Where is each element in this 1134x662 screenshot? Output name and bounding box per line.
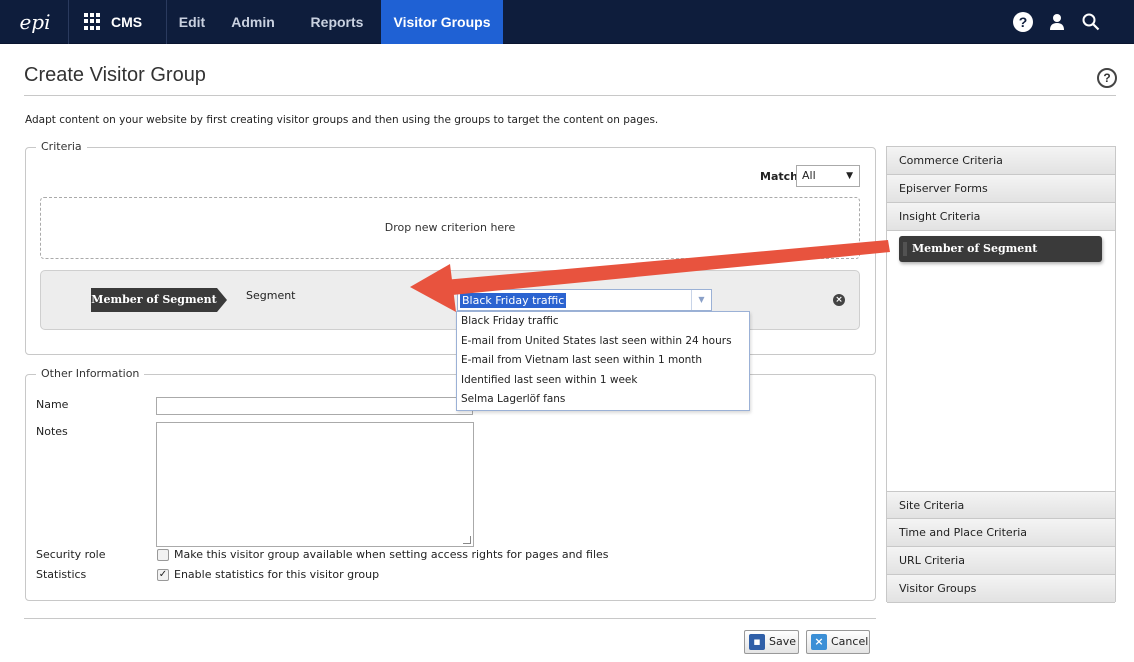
bottom-divider xyxy=(24,618,876,619)
nav-edit[interactable]: Edit xyxy=(167,0,217,44)
segment-option[interactable]: E-mail from United States last seen with… xyxy=(457,332,749,352)
apps-menu-button[interactable]: CMS xyxy=(70,0,166,44)
statistics-label: Statistics xyxy=(36,568,87,581)
help-icon[interactable]: ? xyxy=(1013,12,1033,32)
security-role-label: Security role xyxy=(36,548,106,561)
criterion-tag: Member of Segment xyxy=(91,288,227,312)
chevron-down-icon[interactable]: ▼ xyxy=(691,290,711,310)
security-role-checkbox[interactable] xyxy=(157,549,169,561)
page-help-icon[interactable]: ? xyxy=(1097,68,1117,88)
segment-option[interactable]: Black Friday traffic xyxy=(457,312,749,332)
match-value: All xyxy=(802,169,816,182)
palette-header-commerce[interactable]: Commerce Criteria xyxy=(887,147,1115,175)
save-label: Save xyxy=(769,635,797,648)
name-label: Name xyxy=(36,398,69,411)
palette-header-site[interactable]: Site Criteria xyxy=(887,491,1115,519)
other-information-legend: Other Information xyxy=(36,367,145,380)
segment-select[interactable]: Black Friday traffic ▼ xyxy=(457,289,712,311)
nav-visitor-groups[interactable]: Visitor Groups xyxy=(381,0,503,44)
resize-handle-icon[interactable] xyxy=(463,536,471,544)
apps-label: CMS xyxy=(111,14,143,30)
remove-criterion-icon[interactable]: × xyxy=(833,294,845,306)
segment-option[interactable]: Selma Lagerlöf fans xyxy=(457,390,749,410)
criteria-palette: Commerce Criteria Episerver Forms Insigh… xyxy=(886,146,1116,603)
episerver-logo[interactable]: epi xyxy=(6,8,64,36)
palette-header-time-place[interactable]: Time and Place Criteria xyxy=(887,519,1115,547)
segment-option[interactable]: Identified last seen within 1 week xyxy=(457,371,749,391)
match-select[interactable]: All ▼ xyxy=(796,165,860,187)
chevron-down-icon: ▼ xyxy=(846,171,853,181)
apps-grid-icon xyxy=(84,13,101,30)
notes-field[interactable] xyxy=(156,422,474,547)
palette-header-visitor-groups[interactable]: Visitor Groups xyxy=(887,575,1115,603)
palette-header-forms[interactable]: Episerver Forms xyxy=(887,175,1115,203)
drag-handle-icon xyxy=(903,242,907,256)
palette-item-member-of-segment[interactable]: Member of Segment xyxy=(899,236,1102,262)
save-button[interactable]: ▪ Save xyxy=(744,630,799,654)
nav-admin[interactable]: Admin xyxy=(224,0,282,44)
cancel-button[interactable]: × Cancel xyxy=(806,630,870,654)
criteria-legend: Criteria xyxy=(36,140,87,153)
nav-reports[interactable]: Reports xyxy=(298,0,376,44)
nav-divider xyxy=(68,0,69,44)
palette-item-label: Member of Segment xyxy=(912,242,1038,255)
name-field[interactable] xyxy=(156,397,473,415)
segment-dropdown-list: Black Friday traffic E-mail from United … xyxy=(456,311,750,411)
page-title: Create Visitor Group xyxy=(24,64,206,86)
intro-text: Adapt content on your website by first c… xyxy=(25,114,659,126)
security-role-text: Make this visitor group available when s… xyxy=(174,548,609,561)
match-label: Match xyxy=(760,170,798,183)
save-icon: ▪ xyxy=(749,634,765,650)
search-icon[interactable] xyxy=(1081,12,1101,32)
cancel-icon: × xyxy=(811,634,827,650)
title-divider xyxy=(24,95,1116,96)
top-navigation-bar: epi CMS Edit Admin Reports Visitor Group… xyxy=(0,0,1134,44)
criterion-drop-zone[interactable]: Drop new criterion here xyxy=(40,197,860,259)
statistics-text: Enable statistics for this visitor group xyxy=(174,568,380,581)
segment-label: Segment xyxy=(246,289,296,302)
palette-header-insight[interactable]: Insight Criteria xyxy=(887,203,1115,231)
notes-label: Notes xyxy=(36,425,68,438)
cancel-label: Cancel xyxy=(831,635,869,648)
segment-selected-value: Black Friday traffic xyxy=(460,293,567,308)
segment-option[interactable]: E-mail from Vietnam last seen within 1 m… xyxy=(457,351,749,371)
user-icon[interactable] xyxy=(1047,12,1067,32)
statistics-checkbox[interactable]: ✓ xyxy=(157,569,169,581)
palette-header-url[interactable]: URL Criteria xyxy=(887,547,1115,575)
